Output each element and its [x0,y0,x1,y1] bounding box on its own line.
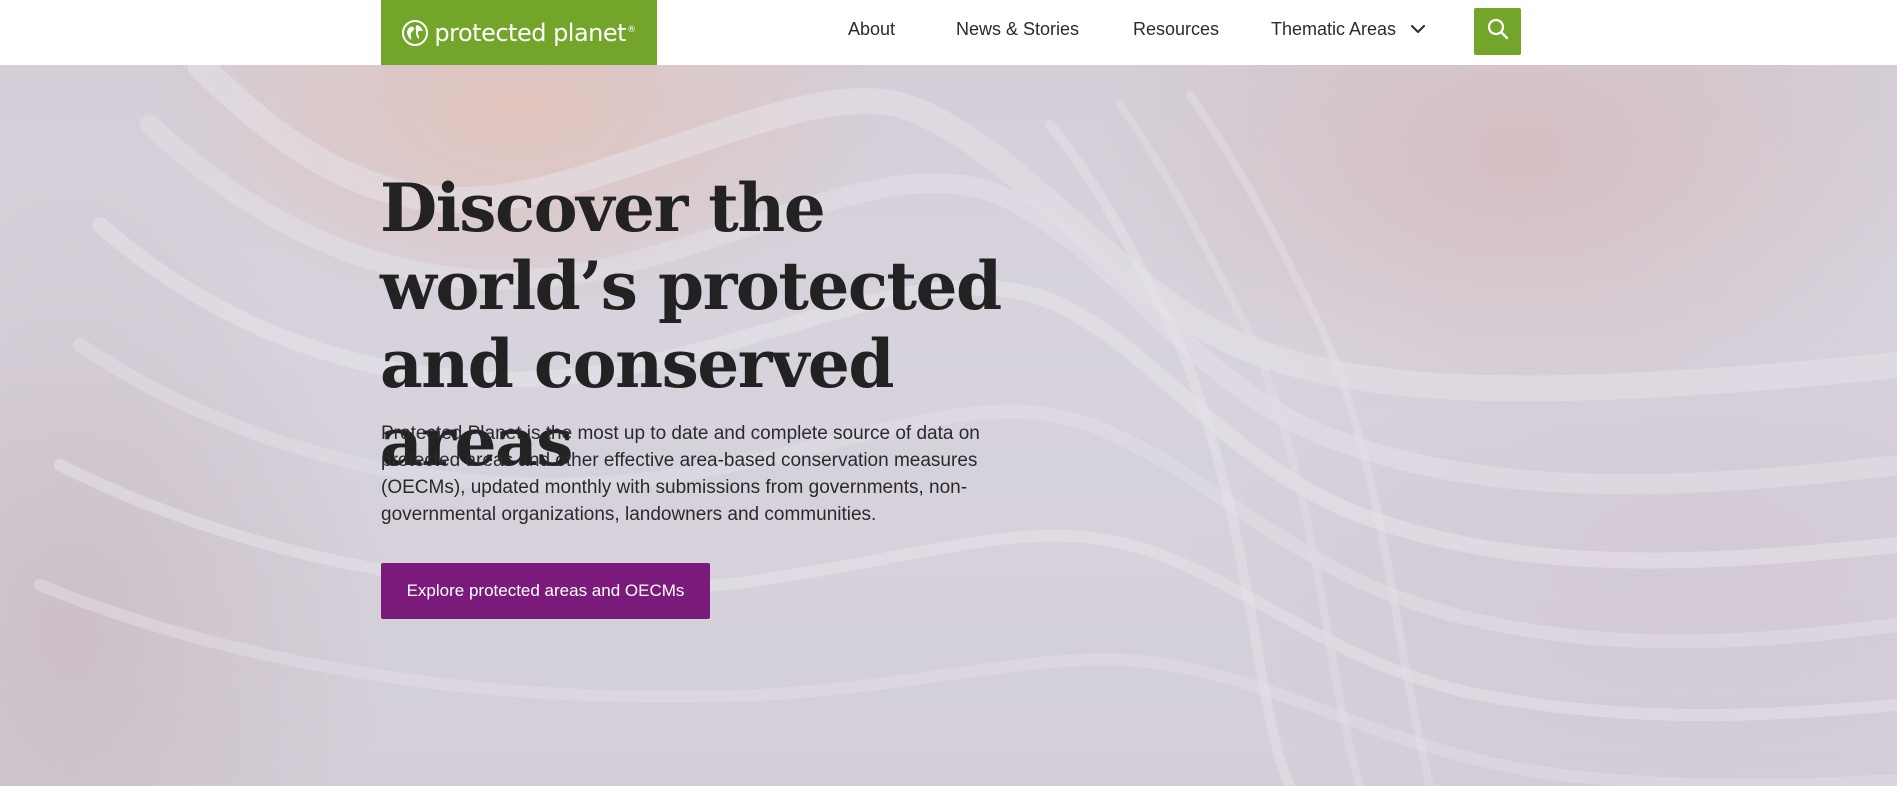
hero-description: Protected Planet is the most up to date … [381,423,980,525]
hero-section: Discover the world’s protected and conse… [0,65,1897,786]
nav-resources[interactable]: Resources [1133,19,1219,40]
search-icon [1486,17,1510,46]
explore-button[interactable]: Explore protected areas and OECMs [381,563,710,619]
site-header: protected planet® About News & Stories R… [0,0,1897,65]
logo-text: protected planet® [434,18,636,47]
logo-link[interactable]: protected planet® [381,0,657,65]
nav-thematic-areas-label: Thematic Areas [1271,19,1397,39]
nav-about[interactable]: About [848,19,895,40]
nav-thematic-areas[interactable]: Thematic Areas [1271,18,1426,41]
chevron-down-icon [1411,18,1426,39]
registered-mark: ® [627,24,636,35]
nav-news-stories[interactable]: News & Stories [956,19,1079,40]
globe-logo-icon [402,19,429,46]
search-button[interactable] [1474,8,1521,55]
